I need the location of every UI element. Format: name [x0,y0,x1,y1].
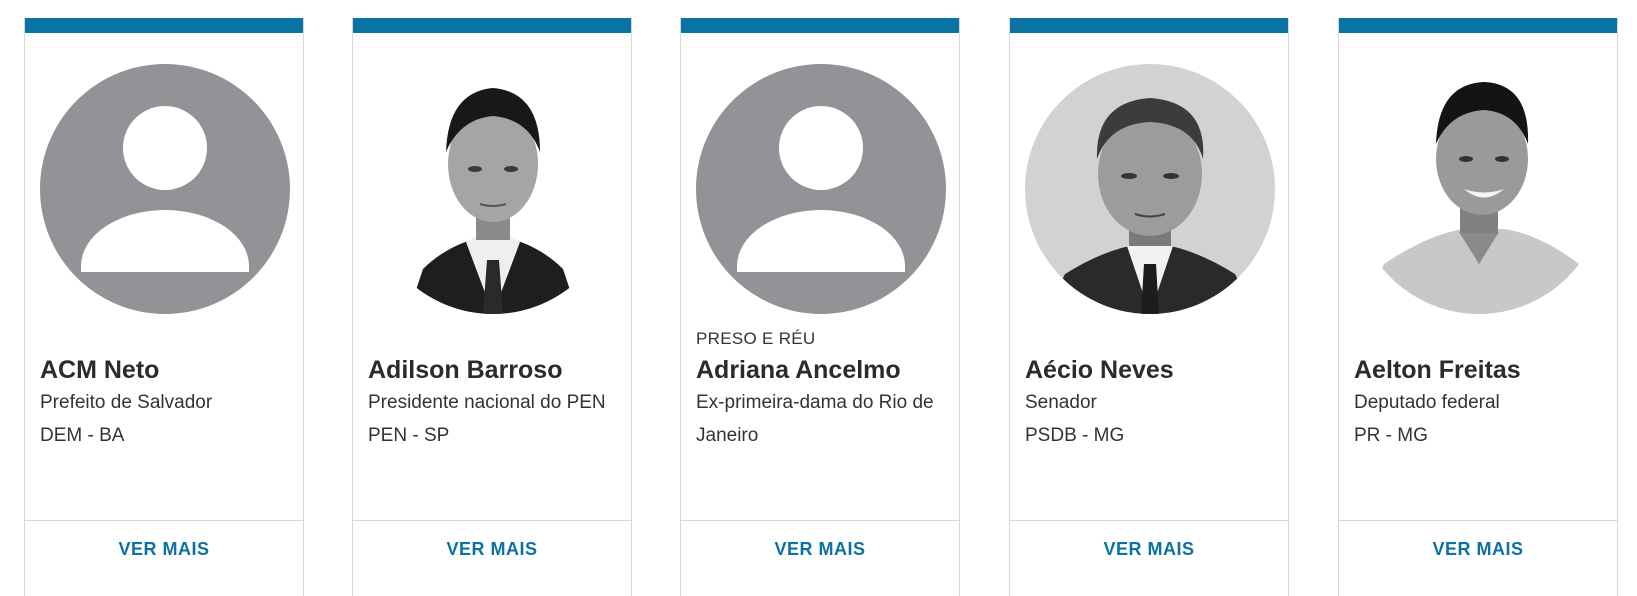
status-tag [1354,328,1609,350]
avatar[interactable] [1354,64,1604,314]
politician-role: Deputado federal [1354,392,1500,413]
politician-role: Presidente nacional do PEN [368,392,606,413]
politician-name[interactable]: Adriana Ancelmo [696,354,951,386]
card-info: Adilson Barroso Presidente nacional do P… [368,318,623,452]
card-accent-bar [25,18,303,33]
politician-role: Ex-primeira-dama do Rio de Janeiro [696,392,934,446]
politician-photo [368,64,618,314]
card-accent-bar [681,18,959,33]
card-footer: VER MAIS [681,520,959,596]
politician-name[interactable]: Adilson Barroso [368,354,623,386]
card-accent-bar [353,18,631,33]
status-tag: PRESO E RÉU [696,329,816,348]
politician-party: PR - MG [1354,425,1428,446]
ver-mais-link[interactable]: VER MAIS [25,539,303,560]
politician-party: PEN - SP [368,425,450,446]
placeholder-person-icon [696,64,946,314]
politician-name[interactable]: ACM Neto [40,354,295,386]
politician-card-row: ACM Neto Prefeito de Salvador DEM - BA V… [0,0,1637,596]
status-tag [368,328,623,350]
card-info: PRESO E RÉU Adriana Ancelmo Ex-primeira-… [696,318,951,452]
card-info: ACM Neto Prefeito de Salvador DEM - BA [40,318,295,452]
politician-card[interactable]: ACM Neto Prefeito de Salvador DEM - BA V… [24,18,304,596]
politician-card[interactable]: Aelton Freitas Deputado federal PR - MG … [1338,18,1618,596]
card-footer: VER MAIS [353,520,631,596]
ver-mais-link[interactable]: VER MAIS [1010,539,1288,560]
politician-card[interactable]: Adilson Barroso Presidente nacional do P… [352,18,632,596]
status-tag [40,328,295,350]
politician-card[interactable]: Aécio Neves Senador PSDB - MG VER MAIS [1009,18,1289,596]
card-footer: VER MAIS [25,520,303,596]
card-footer: VER MAIS [1339,520,1617,596]
card-footer: VER MAIS [1010,520,1288,596]
card-info: Aelton Freitas Deputado federal PR - MG [1354,318,1609,452]
card-info: Aécio Neves Senador PSDB - MG [1025,318,1280,452]
avatar[interactable] [40,64,290,314]
politician-photo [1354,64,1604,314]
placeholder-person-icon [40,64,290,314]
politician-photo [1025,64,1275,314]
politician-role: Senador [1025,392,1097,413]
avatar[interactable] [696,64,946,314]
status-tag [1025,328,1280,350]
avatar[interactable] [1025,64,1275,314]
ver-mais-link[interactable]: VER MAIS [681,539,959,560]
card-accent-bar [1010,18,1288,33]
politician-name[interactable]: Aécio Neves [1025,354,1280,386]
politician-name[interactable]: Aelton Freitas [1354,354,1609,386]
politician-role: Prefeito de Salvador [40,392,213,413]
politician-card[interactable]: PRESO E RÉU Adriana Ancelmo Ex-primeira-… [680,18,960,596]
avatar[interactable] [368,64,618,314]
politician-party: PSDB - MG [1025,425,1125,446]
ver-mais-link[interactable]: VER MAIS [1339,539,1617,560]
card-accent-bar [1339,18,1617,33]
politician-party: DEM - BA [40,425,125,446]
ver-mais-link[interactable]: VER MAIS [353,539,631,560]
